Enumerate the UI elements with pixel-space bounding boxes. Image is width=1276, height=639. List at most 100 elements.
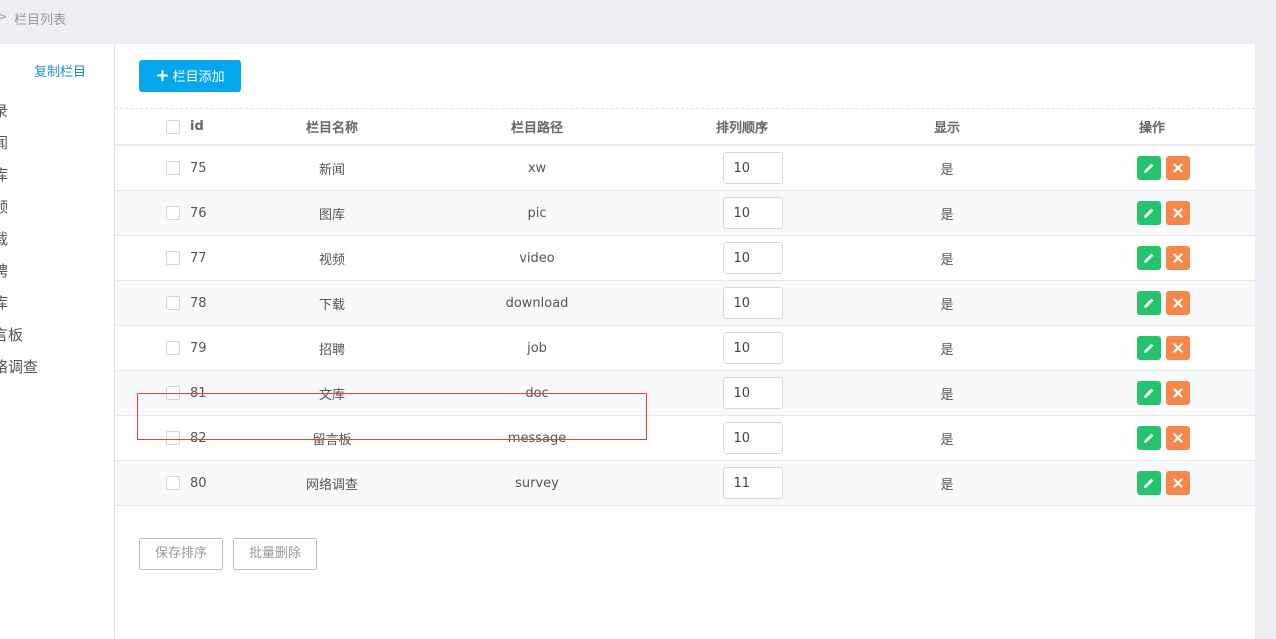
order-input[interactable] [722,422,783,454]
delete-button[interactable] [1166,426,1190,450]
row-id: 79 [190,340,207,356]
order-input[interactable] [722,152,783,184]
row-show: 是 [940,162,954,178]
row-name: 图库 [318,207,345,223]
row-checkbox[interactable] [166,341,180,355]
row-name: 留言板 [312,432,352,448]
close-icon [1173,343,1183,353]
tree-item[interactable]: 频 [0,197,38,229]
pencil-icon [1144,163,1154,173]
order-input[interactable] [722,197,783,229]
table-header: id 栏目名称 栏目路径 排列顺序 显示 操作 [115,109,1255,146]
breadcrumb: > 栏目列表 [0,0,1276,38]
row-show: 是 [940,477,954,493]
delete-button[interactable] [1166,336,1190,360]
row-id: 81 [190,385,207,401]
select-all-checkbox[interactable] [166,119,180,134]
save-order-button[interactable]: 保存排序 [139,538,223,570]
table-row: 82 留言板 message 是 [115,416,1255,461]
row-name: 文库 [318,387,345,403]
order-input[interactable] [722,332,783,364]
row-id: 76 [190,205,207,221]
delete-button[interactable] [1166,471,1190,495]
delete-button[interactable] [1166,201,1190,225]
table-row: 76 图库 pic 是 [115,191,1255,236]
pencil-icon [1144,433,1154,443]
delete-button[interactable] [1166,156,1190,180]
table-row: 77 视频 video 是 [115,236,1255,281]
sidebar: 复制栏目 录 闻 库 频 载 聘 库 言板 络调查 [0,44,115,639]
row-id: 80 [190,475,207,491]
edit-button[interactable] [1137,426,1161,450]
tree-item[interactable]: 载 [0,229,38,261]
table-row: 79 招聘 job 是 [115,326,1255,371]
tree-item[interactable]: 闻 [0,133,38,165]
row-checkbox[interactable] [166,476,180,490]
row-id: 75 [190,160,207,176]
tree-item[interactable]: 聘 [0,261,38,293]
edit-button[interactable] [1137,291,1161,315]
delete-button[interactable] [1166,291,1190,315]
row-path: doc [525,385,549,401]
tree-item[interactable]: 络调查 [0,357,38,389]
row-path: pic [527,205,547,221]
row-checkbox[interactable] [166,431,180,445]
close-icon [1173,433,1183,443]
row-id: 82 [190,430,207,446]
header-order: 排列顺序 [715,121,768,136]
row-path: survey [515,475,559,491]
pencil-icon [1144,253,1154,263]
column-tree: 录 闻 库 频 载 聘 库 言板 络调查 [0,101,38,389]
order-input[interactable] [722,242,783,274]
row-show: 是 [940,207,954,223]
tree-item[interactable]: 库 [0,293,38,325]
add-column-button[interactable]: + 栏目添加 [139,60,241,92]
table-row: 81 文库 doc 是 [115,371,1255,416]
header-path: 栏目路径 [510,121,563,136]
row-show: 是 [940,342,954,358]
add-column-label: 栏目添加 [172,70,225,85]
pencil-icon [1144,343,1154,353]
row-path: xw [527,160,547,176]
row-checkbox[interactable] [166,386,180,400]
row-checkbox[interactable] [166,296,180,310]
row-show: 是 [940,387,954,403]
table-row: 80 网络调查 survey 是 [115,461,1255,506]
row-name: 新闻 [318,162,345,178]
row-checkbox[interactable] [166,206,180,220]
plus-icon: + [155,66,170,86]
edit-button[interactable] [1137,471,1161,495]
row-path: job [527,340,547,356]
row-checkbox[interactable] [166,161,180,175]
copy-column-link[interactable]: 复制栏目 [34,61,86,80]
edit-button[interactable] [1137,381,1161,405]
order-input[interactable] [722,467,783,499]
pencil-icon [1144,298,1154,308]
row-show: 是 [940,432,954,448]
tree-item[interactable]: 言板 [0,325,38,357]
row-checkbox[interactable] [166,251,180,265]
close-icon [1173,298,1183,308]
delete-button[interactable] [1166,246,1190,270]
breadcrumb-current: 栏目列表 [14,13,67,28]
order-input[interactable] [722,377,783,409]
delete-button[interactable] [1166,381,1190,405]
order-input[interactable] [722,287,783,319]
row-name: 网络调查 [305,477,358,493]
close-icon [1173,163,1183,173]
tree-item[interactable]: 库 [0,165,38,197]
tree-item[interactable]: 录 [0,101,38,133]
row-id: 78 [190,295,207,311]
row-name: 招聘 [318,342,345,358]
table-row: 75 新闻 xw 是 [115,146,1255,191]
edit-button[interactable] [1137,336,1161,360]
main-panel: +栏目添加 id 栏目名称 栏目路径 排列顺序 显示 操作 75 新闻 xw 是 [115,44,1255,639]
batch-delete-button[interactable]: 批量删除 [233,538,317,570]
row-path: download [505,295,569,311]
table-row: 78 下载 download 是 [115,281,1255,326]
edit-button[interactable] [1137,201,1161,225]
edit-button[interactable] [1137,246,1161,270]
chevron-right-icon: > [0,10,8,23]
row-path: video [519,250,555,266]
edit-button[interactable] [1137,156,1161,180]
